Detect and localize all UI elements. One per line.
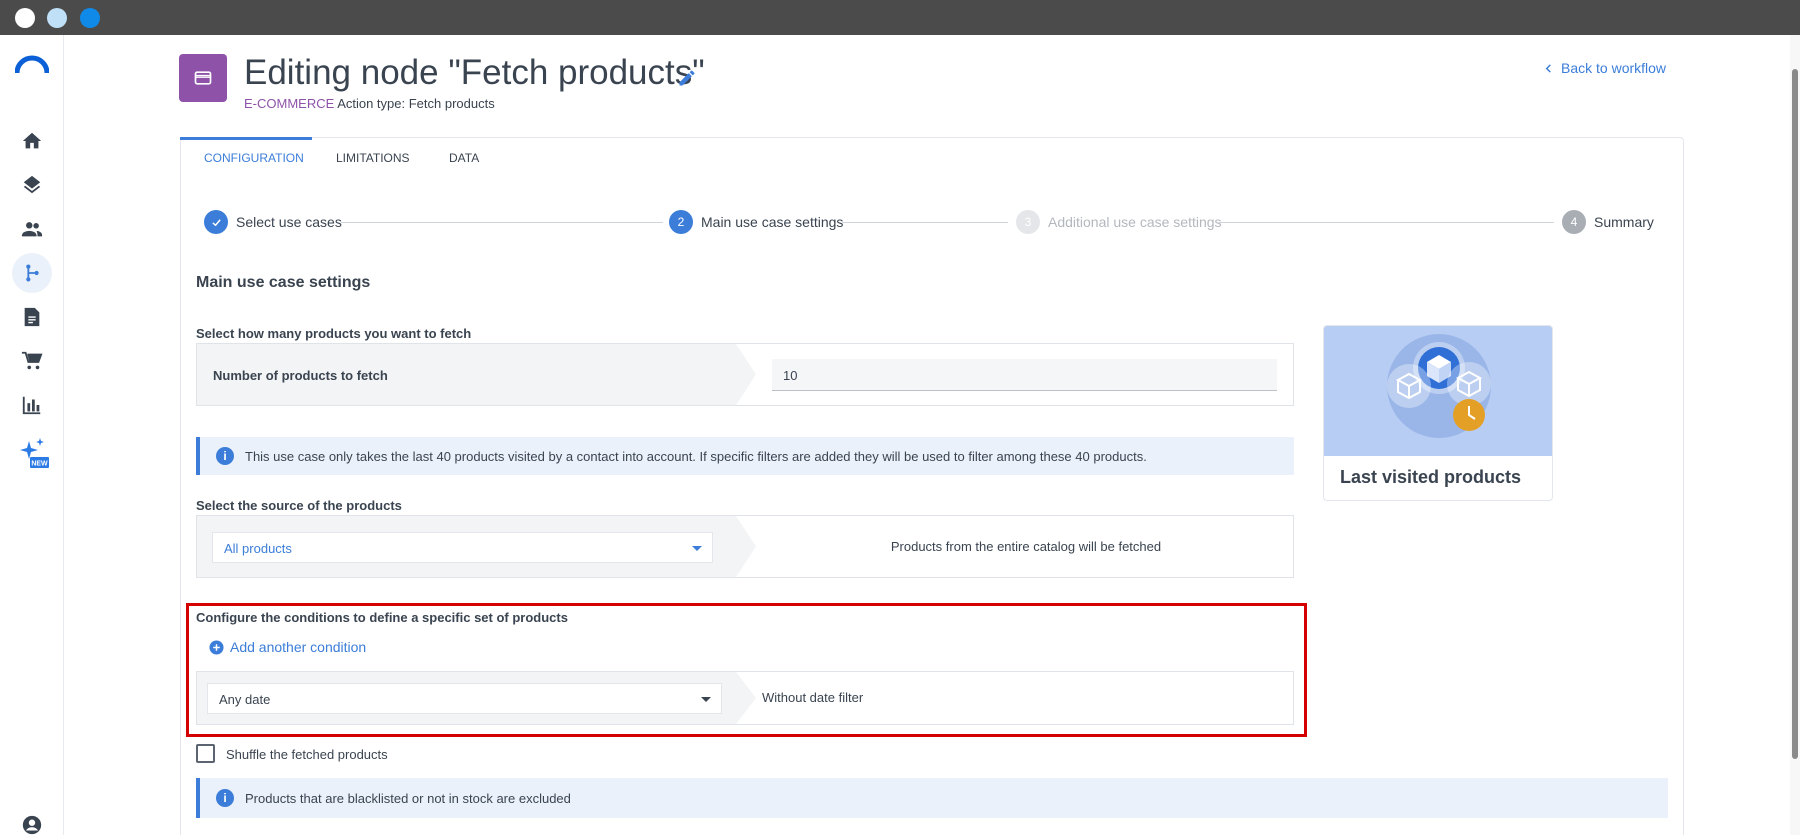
row-arrow-divider: [736, 344, 756, 405]
window-titlebar: [0, 0, 1800, 35]
edit-pencil-icon[interactable]: [677, 68, 697, 88]
last-visited-products-illustration: [1387, 334, 1491, 438]
count-input[interactable]: 10: [772, 359, 1277, 391]
account-icon: [22, 815, 42, 835]
count-input-value: 10: [783, 368, 798, 383]
plus-circle-icon: [209, 639, 224, 655]
info-icon: i: [216, 447, 234, 465]
add-condition-button[interactable]: Add another condition: [209, 639, 366, 655]
credit-card-icon: [194, 71, 212, 85]
cart-icon: [21, 351, 43, 370]
sidebar-item-documents[interactable]: [12, 297, 52, 337]
count-row: Number of products to fetch 10: [196, 343, 1294, 406]
step-4-label[interactable]: Summary: [1594, 214, 1654, 230]
info-banner-text: This use case only takes the last 40 pro…: [245, 449, 1147, 464]
scrollbar-thumb[interactable]: [1792, 69, 1798, 759]
category-label: E-COMMERCE: [244, 96, 335, 111]
chevron-left-icon: [1545, 63, 1551, 73]
sidebar-item-analytics[interactable]: [12, 385, 52, 425]
sidebar-item-workflows[interactable]: [12, 253, 52, 293]
page-subtitle: E-COMMERCE Action type: Fetch products: [244, 96, 495, 111]
step-2-label[interactable]: Main use case settings: [701, 214, 843, 230]
tab-limitations[interactable]: LIMITATIONS: [336, 151, 410, 165]
use-case-preview-title: Last visited products: [1340, 467, 1522, 487]
date-condition-row: Any date Without date filter: [196, 671, 1294, 725]
window-close-dot[interactable]: [15, 8, 35, 28]
info-banner-exclusions: i Products that are blacklisted or not i…: [196, 778, 1668, 818]
sidebar-item-contacts[interactable]: [12, 209, 52, 249]
date-filter-select[interactable]: Any date: [207, 683, 722, 714]
node-type-icon: [179, 54, 227, 102]
page-title: Editing node "Fetch products": [244, 53, 705, 92]
page-scrollbar[interactable]: [1790, 35, 1800, 835]
step-1-label[interactable]: Select use cases: [236, 214, 342, 230]
use-case-illustration: [1324, 326, 1552, 456]
source-select-value: All products: [224, 541, 292, 556]
stepper-connector: [341, 222, 663, 223]
step-3-number: 3: [1016, 210, 1040, 234]
date-filter-value: Any date: [219, 692, 271, 707]
contacts-icon: [21, 222, 43, 237]
sidebar-item-home[interactable]: [12, 121, 52, 161]
stepper-connector: [1219, 222, 1554, 223]
action-type-label: Action type: Fetch products: [337, 96, 495, 111]
info-banner-text: Products that are blacklisted or not in …: [245, 791, 571, 806]
section-title: Main use case settings: [196, 274, 371, 291]
date-filter-description: Without date filter: [762, 690, 864, 705]
window-maximize-dot[interactable]: [80, 8, 100, 28]
document-icon: [24, 307, 40, 327]
source-row: All products Products from the entire ca…: [196, 515, 1294, 578]
bar-chart-icon: [22, 396, 41, 415]
add-condition-label: Add another condition: [230, 639, 367, 655]
stepper-connector: [842, 222, 1008, 223]
shuffle-checkbox[interactable]: [196, 744, 215, 763]
source-select[interactable]: All products: [212, 532, 713, 563]
step-2-number[interactable]: 2: [669, 210, 693, 234]
sidebar-item-ecommerce[interactable]: [12, 341, 52, 381]
tab-configuration[interactable]: CONFIGURATION: [204, 151, 304, 165]
active-tab-indicator: [180, 137, 312, 140]
conditions-label: Configure the conditions to define a spe…: [196, 610, 568, 625]
workflow-icon: [26, 264, 39, 282]
tab-data[interactable]: DATA: [449, 151, 479, 165]
info-banner-last-visited: i This use case only takes the last 40 p…: [196, 437, 1294, 475]
sidebar-item-layers[interactable]: [12, 165, 52, 205]
brand-logo-icon[interactable]: [15, 55, 49, 75]
sidebar-item-account[interactable]: [12, 805, 52, 835]
back-to-workflow-link[interactable]: Back to workflow: [1544, 60, 1666, 76]
back-link-label: Back to workflow: [1561, 60, 1667, 76]
new-badge: NEW: [31, 461, 48, 468]
home-icon: [22, 132, 42, 149]
step-1-check-icon[interactable]: [204, 210, 228, 234]
sidebar: NEW: [0, 35, 64, 835]
count-row-label: Number of products to fetch: [213, 368, 388, 383]
layers-icon: [23, 175, 41, 194]
row-arrow-divider: [736, 516, 756, 577]
step-3-label: Additional use case settings: [1048, 214, 1222, 230]
check-icon: [211, 218, 221, 226]
source-field-label: Select the source of the products: [196, 498, 402, 513]
count-field-label: Select how many products you want to fet…: [196, 326, 472, 341]
step-4-number[interactable]: 4: [1562, 210, 1586, 234]
use-case-preview-card: Last visited products: [1323, 325, 1553, 501]
source-description: Products from the entire catalog will be…: [890, 539, 1162, 554]
sidebar-item-ai[interactable]: NEW: [12, 429, 56, 477]
window-minimize-dot[interactable]: [47, 8, 67, 28]
chevron-down-icon: [692, 546, 702, 551]
ai-sparkle-icon: NEW: [20, 438, 49, 468]
row-arrow-divider: [736, 672, 756, 724]
shuffle-label[interactable]: Shuffle the fetched products: [226, 747, 388, 762]
chevron-down-icon: [701, 697, 711, 702]
info-icon: i: [216, 789, 234, 807]
